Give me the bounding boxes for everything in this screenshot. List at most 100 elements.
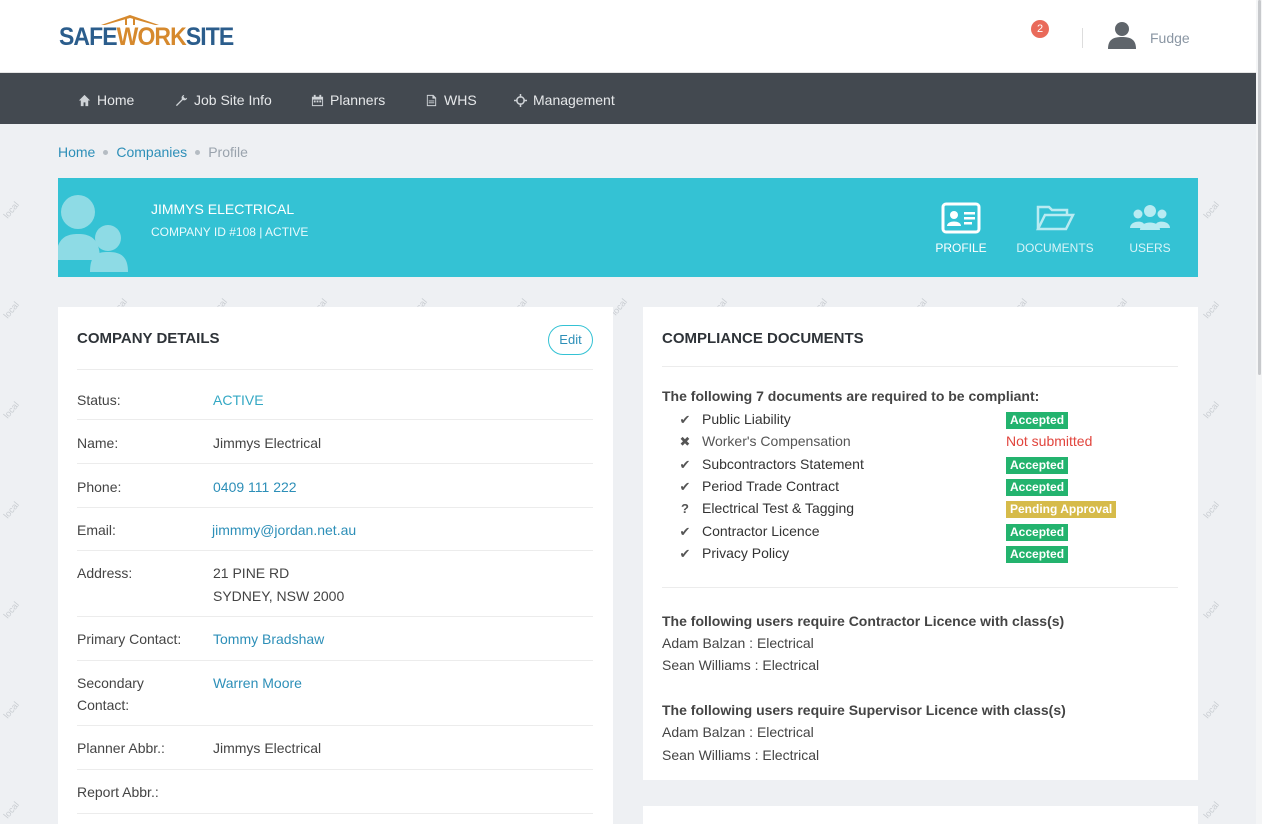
watermark-text: local: [1201, 599, 1222, 621]
notification-badge[interactable]: 2: [1031, 20, 1049, 38]
folder-open-icon: [1035, 205, 1075, 231]
supervisor-user: Sean Williams : Electrical: [662, 747, 820, 763]
detail-label: Primary Contact:: [77, 631, 182, 647]
watermark-text: local: [1, 699, 22, 721]
detail-label: Planner Abbr.:: [77, 740, 165, 756]
status-badge: Pending Approval: [1006, 501, 1117, 518]
logo-text: SAFEWORKSITE: [59, 23, 234, 51]
nav-home[interactable]: Home: [78, 92, 134, 108]
tab-documents[interactable]: DOCUMENTS: [1010, 202, 1100, 255]
edit-button[interactable]: Edit: [548, 325, 593, 355]
detail-row-primary-contact: Primary Contact: Tommy Bradshaw: [77, 616, 593, 660]
doc-row-privacy-policy: ✔ Privacy Policy Accepted: [678, 545, 1158, 565]
user-name[interactable]: Fudge: [1150, 30, 1190, 46]
user-avatar-icon[interactable]: [1107, 21, 1137, 49]
doc-row-subcontractors-statement: ✔ Subcontractors Statement Accepted: [678, 456, 1158, 476]
watermark-text: local: [1, 299, 22, 321]
calendar-icon: [311, 94, 324, 106]
users-icon: [1130, 205, 1170, 230]
cross-icon: ✖: [679, 434, 691, 449]
detail-row-planner-abbr: Planner Abbr.: Jimmys Electrical: [77, 725, 593, 769]
supervisor-licence-heading: The following users require Supervisor L…: [662, 702, 1066, 718]
top-bar: SAFEWORKSITE 2 Fudge: [0, 0, 1256, 73]
detail-row-address: Address: 21 PINE RD SYDNEY, NSW 2000: [77, 550, 593, 616]
doc-status: Pending Approval: [1006, 500, 1117, 518]
doc-name: Contractor Licence: [702, 523, 820, 539]
breadcrumb-home[interactable]: Home: [58, 144, 95, 160]
detail-label: Name:: [77, 435, 119, 451]
detail-row-name: Name: Jimmys Electrical: [77, 419, 593, 463]
primary-contact-link[interactable]: Tommy Bradshaw: [213, 631, 324, 647]
doc-name: Worker's Compensation: [702, 433, 851, 449]
crosshair-icon: [514, 93, 527, 107]
detail-row-status: Status: ACTIVE: [77, 369, 593, 419]
doc-row-period-trade-contract: ✔ Period Trade Contract Accepted: [678, 478, 1158, 498]
nav-whs[interactable]: WHS: [425, 92, 477, 108]
breadcrumb-current: Profile: [208, 144, 248, 160]
detail-label: Report Abbr.:: [77, 784, 159, 800]
page-scrollbar-thumb[interactable]: [1258, 0, 1261, 375]
breadcrumb-companies[interactable]: Companies: [116, 144, 187, 160]
compliance-documents-card: COMPLIANCE DOCUMENTS The following 7 doc…: [643, 307, 1198, 780]
company-details-card: COMPANY DETAILS Edit Status: ACTIVE Name…: [58, 307, 613, 824]
status-badge: Accepted: [1006, 457, 1069, 474]
nav-whs-label: WHS: [444, 92, 477, 108]
doc-row-electrical-test-tagging: ? Electrical Test & Tagging Pending Appr…: [678, 500, 1158, 520]
email-link[interactable]: jimmmy@jordan.net.au: [212, 522, 356, 538]
nav-planners[interactable]: Planners: [311, 92, 385, 108]
status-badge: Accepted: [1006, 412, 1069, 429]
document-icon: [426, 94, 437, 106]
watermark-text: local: [1201, 399, 1222, 421]
detail-row-email: Email: jimmmy@jordan.net.au: [77, 507, 593, 550]
status-text: Not submitted: [1006, 433, 1093, 449]
doc-status: Not submitted: [1006, 433, 1092, 449]
safeworksite-logo[interactable]: SAFEWORKSITE: [59, 14, 234, 51]
contractor-user: Sean Williams : Electrical: [662, 657, 820, 673]
compliance-title: COMPLIANCE DOCUMENTS: [662, 330, 864, 347]
detail-row-report-abbr: Report Abbr.:: [77, 769, 593, 813]
status-badge: Accepted: [1006, 546, 1069, 563]
nav-job-site-info[interactable]: Job Site Info: [175, 92, 272, 108]
company-meta: COMPANY ID #108 | ACTIVE: [151, 225, 309, 239]
phone-link[interactable]: 0409 111 222: [213, 479, 297, 495]
detail-label: Secondary: [77, 675, 144, 691]
tab-profile[interactable]: PROFILE: [916, 202, 1006, 255]
detail-row-secondary-contact: Secondary Contact: Warren Moore: [77, 660, 593, 725]
status-badge: Accepted: [1006, 479, 1069, 496]
tab-documents-label: DOCUMENTS: [1016, 241, 1094, 255]
nav-home-label: Home: [97, 92, 135, 108]
next-card: [643, 806, 1198, 824]
company-name: JIMMYS ELECTRICAL: [151, 201, 295, 217]
status-value: ACTIVE: [213, 392, 264, 408]
secondary-contact-link[interactable]: Warren Moore: [213, 675, 302, 691]
main-nav: Home Job Site Info Planners WHS Manageme…: [0, 73, 1256, 124]
detail-label: Address:: [77, 565, 133, 581]
check-icon: ✔: [679, 524, 691, 539]
doc-row-public-liability: ✔ Public Liability Accepted: [678, 411, 1158, 431]
company-details-title: COMPANY DETAILS: [77, 330, 220, 347]
divider: [662, 587, 1178, 588]
planner-abbr-value: Jimmys Electrical: [213, 740, 322, 756]
status-badge: Accepted: [1006, 524, 1069, 541]
breadcrumb: Home Companies Profile: [58, 144, 248, 160]
detail-label: Email:: [77, 522, 116, 538]
wrench-icon: [175, 94, 188, 106]
company-profile-banner: JIMMYS ELECTRICAL COMPANY ID #108 | ACTI…: [58, 178, 1198, 277]
watermark-text: local: [1201, 499, 1222, 521]
check-icon: ✔: [679, 457, 691, 472]
detail-label: Status:: [77, 392, 121, 408]
address-line-2: SYDNEY, NSW 2000: [213, 588, 345, 604]
detail-label: Contact:: [77, 697, 130, 713]
nav-management[interactable]: Management: [514, 92, 615, 108]
check-icon: ✔: [679, 546, 691, 561]
name-value: Jimmys Electrical: [213, 435, 322, 451]
address-line-1: 21 PINE RD: [213, 565, 290, 581]
doc-row-workers-compensation: ✖ Worker's Compensation Not submitted: [678, 433, 1158, 453]
watermark-text: local: [1, 499, 22, 521]
tab-users[interactable]: USERS: [1105, 202, 1195, 255]
header-divider: [1082, 28, 1083, 48]
watermark-text: local: [1201, 199, 1222, 221]
nav-management-label: Management: [533, 92, 615, 108]
home-icon: [78, 94, 91, 106]
check-icon: ✔: [679, 479, 691, 494]
